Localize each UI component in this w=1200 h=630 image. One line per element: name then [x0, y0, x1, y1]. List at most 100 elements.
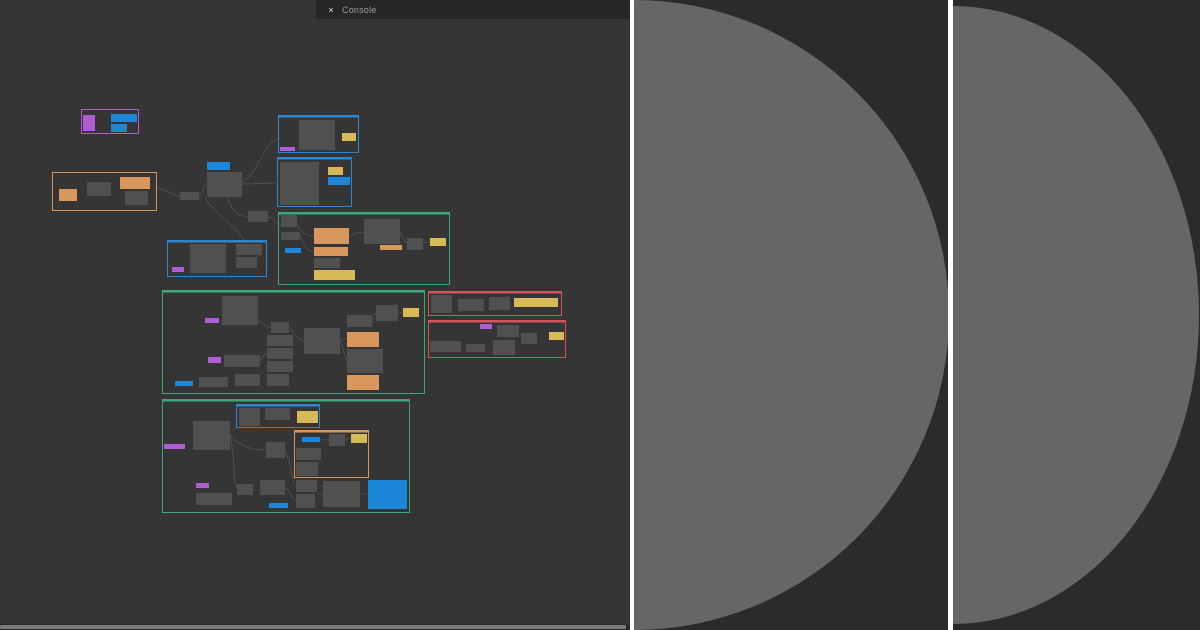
- graph-node[interactable]: [235, 374, 260, 386]
- frame-orange-nested[interactable]: [294, 430, 369, 478]
- port-orange[interactable]: [120, 177, 150, 189]
- frame-red-upper[interactable]: [428, 291, 562, 316]
- frame-blue-top[interactable]: [278, 115, 359, 153]
- graph-node[interactable]: [222, 296, 258, 325]
- graph-node[interactable]: [430, 341, 461, 352]
- graph-node[interactable]: [376, 305, 398, 321]
- graph-node[interactable]: [190, 244, 226, 273]
- graph-node[interactable]: [280, 162, 319, 205]
- port-blue[interactable]: [328, 177, 350, 185]
- port-orange[interactable]: [59, 189, 77, 201]
- graph-node[interactable]: [296, 494, 315, 508]
- frame-blue-left[interactable]: [167, 240, 267, 277]
- graph-node[interactable]: [407, 238, 423, 250]
- port-orange[interactable]: [314, 247, 348, 256]
- graph-node[interactable]: [260, 480, 285, 495]
- graph-node[interactable]: [267, 335, 293, 346]
- graph-node[interactable]: [236, 244, 262, 255]
- port-orange[interactable]: [347, 375, 379, 390]
- port-purple[interactable]: [196, 483, 209, 488]
- port-purple[interactable]: [205, 318, 219, 323]
- frame-blue-second[interactable]: [277, 157, 352, 207]
- port-yellow[interactable]: [403, 308, 419, 317]
- scrollbar-thumb[interactable]: [0, 625, 626, 629]
- port-yellow[interactable]: [351, 434, 367, 443]
- graph-node[interactable]: [347, 315, 372, 327]
- port-blue-large[interactable]: [368, 480, 407, 509]
- graph-node[interactable]: [296, 480, 317, 492]
- graph-node[interactable]: [248, 211, 268, 222]
- port-orange[interactable]: [314, 228, 349, 244]
- graph-node[interactable]: [364, 219, 400, 244]
- graph-node[interactable]: [239, 408, 260, 426]
- graph-node[interactable]: [207, 172, 242, 197]
- port-blue[interactable]: [207, 162, 230, 170]
- graph-node[interactable]: [237, 484, 253, 495]
- graph-node[interactable]: [493, 340, 515, 355]
- side-panel-2: [953, 0, 1200, 630]
- port-blue[interactable]: [111, 124, 127, 132]
- port-yellow[interactable]: [314, 270, 355, 280]
- port-purple[interactable]: [480, 324, 492, 329]
- graph-node[interactable]: [431, 295, 452, 313]
- graph-node[interactable]: [196, 493, 232, 505]
- port-orange[interactable]: [347, 332, 379, 347]
- graph-node[interactable]: [265, 408, 290, 420]
- graph-node[interactable]: [180, 192, 199, 200]
- graph-node[interactable]: [296, 448, 321, 460]
- graph-node[interactable]: [489, 297, 510, 310]
- graph-node[interactable]: [267, 348, 293, 359]
- port-yellow[interactable]: [297, 411, 318, 423]
- graph-node[interactable]: [466, 344, 485, 352]
- port-blue[interactable]: [269, 503, 288, 508]
- graph-canvas[interactable]: [0, 0, 630, 624]
- graph-node[interactable]: [299, 120, 335, 150]
- graph-node[interactable]: [193, 421, 230, 450]
- port-purple[interactable]: [83, 115, 95, 131]
- graph-node[interactable]: [267, 374, 289, 386]
- port-blue[interactable]: [175, 381, 193, 386]
- graph-node[interactable]: [521, 333, 537, 344]
- graph-node[interactable]: [497, 325, 519, 337]
- graph-node[interactable]: [323, 481, 360, 507]
- graph-node[interactable]: [281, 232, 300, 240]
- port-purple[interactable]: [172, 267, 184, 272]
- node-graph-editor[interactable]: × Console: [0, 0, 630, 630]
- graph-node[interactable]: [236, 257, 257, 268]
- port-blue[interactable]: [302, 437, 320, 442]
- frame-green-bottom[interactable]: [162, 399, 410, 513]
- graph-node[interactable]: [314, 258, 340, 268]
- port-purple[interactable]: [208, 357, 221, 363]
- graph-node[interactable]: [224, 355, 260, 367]
- horizontal-scrollbar[interactable]: [0, 624, 630, 630]
- port-purple[interactable]: [280, 147, 295, 151]
- frame-blue-nested[interactable]: [236, 404, 320, 428]
- graph-node[interactable]: [125, 191, 148, 205]
- frame-orange[interactable]: [52, 172, 157, 211]
- port-yellow[interactable]: [549, 332, 564, 340]
- port-yellow[interactable]: [430, 238, 446, 246]
- port-orange[interactable]: [380, 245, 402, 250]
- graph-node[interactable]: [281, 215, 297, 227]
- port-purple[interactable]: [164, 444, 185, 449]
- graph-node[interactable]: [266, 442, 285, 458]
- frame-green-large[interactable]: [162, 290, 425, 394]
- graph-node[interactable]: [329, 434, 345, 446]
- graph-node[interactable]: [304, 328, 340, 354]
- port-yellow[interactable]: [342, 133, 356, 141]
- graph-node[interactable]: [458, 299, 484, 311]
- port-blue[interactable]: [285, 248, 301, 253]
- port-yellow[interactable]: [328, 167, 343, 175]
- graph-node[interactable]: [296, 462, 318, 476]
- graph-node[interactable]: [87, 182, 111, 196]
- half-disc-shape: [953, 6, 1199, 624]
- frame-purple-small[interactable]: [81, 109, 139, 134]
- graph-node[interactable]: [199, 377, 228, 387]
- frame-green-middle[interactable]: [278, 212, 450, 285]
- port-yellow[interactable]: [514, 298, 558, 307]
- port-blue[interactable]: [111, 114, 137, 122]
- graph-node[interactable]: [267, 361, 293, 372]
- graph-node[interactable]: [271, 322, 289, 333]
- graph-node[interactable]: [347, 349, 383, 373]
- frame-red-lower[interactable]: [428, 320, 566, 358]
